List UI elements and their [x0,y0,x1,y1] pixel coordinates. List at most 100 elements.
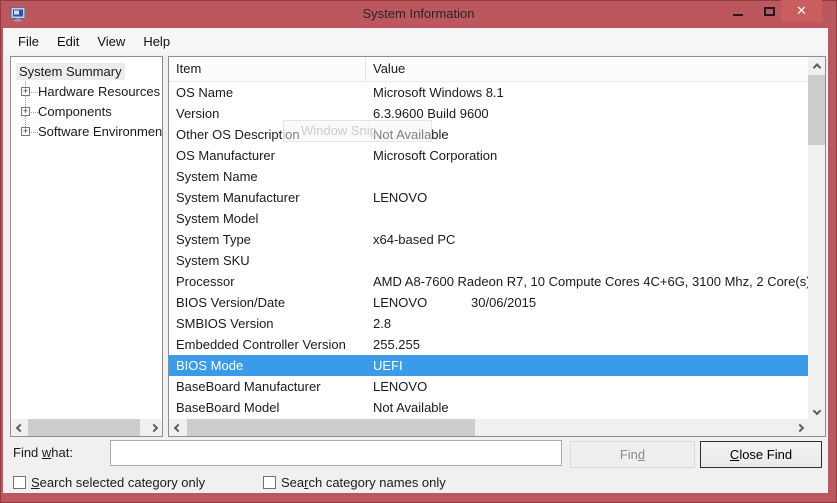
value-cell [366,166,808,187]
chevron-right-icon [795,423,803,431]
tree-item-label: Hardware Resources [38,82,160,102]
scrollbar-thumb[interactable] [28,419,140,436]
minimize-button[interactable] [724,0,752,22]
tree-item-label: Components [38,102,112,122]
value-cell: 6.3.9600 Build 9600 [366,103,808,124]
item-cell: BIOS Version/Date [169,292,366,313]
minimize-icon [733,14,743,16]
table-row[interactable]: BaseBoard ManufacturerLENOVO [169,376,808,397]
tree-area: System Summary + Hardware Resources + Compo… [11,57,162,419]
table-row[interactable]: ProcessorAMD A8-7600 Radeon R7, 10 Compu… [169,271,808,292]
value-cell [366,250,808,271]
value-cell: Microsoft Corporation [366,145,808,166]
expand-plus-icon[interactable]: + [21,127,30,136]
menu-item-edit[interactable]: Edit [48,28,88,55]
chevron-left-icon [173,423,181,431]
value-cell: 2.8 [366,313,808,334]
table-row[interactable]: Embedded Controller Version255.255 [169,334,808,355]
chevron-left-icon [15,423,23,431]
value-cell: UEFI [366,355,808,376]
info-list-pane: Item Value OS NameMicrosoft Windows 8.1V… [168,56,826,437]
tree-item-label: System Summary [16,63,125,80]
value-cell: LENOVO30/06/2015 [366,292,808,313]
tree-children: + Hardware Resources + Components + Software … [11,82,162,142]
table-row[interactable]: System Model [169,208,808,229]
menu-item-help[interactable]: Help [134,28,179,55]
value-cell: x64-based PC [366,229,808,250]
category-tree-pane: System Summary + Hardware Resources + Compo… [10,56,163,437]
window-snip-ghost-overlay: Window Snip [283,120,432,142]
chevron-down-icon [812,406,820,414]
table-row[interactable]: BIOS Version/DateLENOVO30/06/2015 [169,292,808,313]
table-row[interactable]: OS ManufacturerMicrosoft Corporation [169,145,808,166]
value-cell: LENOVO [366,187,808,208]
value-cell: 255.255 [366,334,808,355]
tree-item-system-summary[interactable]: System Summary [11,62,162,82]
scrollbar-corner [808,419,825,436]
table-row[interactable]: BIOS ModeUEFI [169,355,808,376]
scroll-left-button[interactable] [169,419,186,436]
scroll-up-button[interactable] [808,57,825,74]
scroll-right-button[interactable] [145,419,162,436]
table-row[interactable]: BaseBoard ModelNot Available [169,397,808,418]
list-horizontal-scrollbar[interactable] [169,419,808,436]
close-icon: ✕ [796,3,807,19]
list-vertical-scrollbar[interactable] [808,57,825,419]
menu-item-file[interactable]: File [9,28,48,55]
find-what-label: Find what: [13,440,73,466]
value-cell: AMD A8-7600 Radeon R7, 10 Compute Cores … [366,271,808,292]
tree-connector-dots [31,132,38,133]
expand-plus-icon[interactable]: + [21,87,30,96]
item-cell: System Manufacturer [169,187,366,208]
item-cell: Processor [169,271,366,292]
menu-item-view[interactable]: View [88,28,134,55]
checkbox-icon [263,476,276,489]
checkbox-icon [13,476,26,489]
value-cell: Not Available [366,397,808,418]
table-row[interactable]: System SKU [169,250,808,271]
expand-plus-icon[interactable]: + [21,107,30,116]
scrollbar-thumb[interactable] [808,75,825,145]
table-row[interactable]: System ManufacturerLENOVO [169,187,808,208]
item-cell: OS Manufacturer [169,145,366,166]
table-row[interactable]: Version6.3.9600 Build 9600 [169,103,808,124]
tree-item-hardware-resources[interactable]: + Hardware Resources [11,82,162,102]
table-row[interactable]: System Typex64-based PC [169,229,808,250]
system-information-window: System Information ✕ FileEditViewHelp Sy… [0,0,837,503]
maximize-button[interactable] [755,0,783,22]
item-cell: System Name [169,166,366,187]
tree-item-components[interactable]: + Components [11,102,162,122]
table-row[interactable]: OS NameMicrosoft Windows 8.1 [169,82,808,103]
scroll-left-button[interactable] [11,419,28,436]
item-cell: Embedded Controller Version [169,334,366,355]
item-cell: SMBIOS Version [169,313,366,334]
checkbox-label: Search selected category only [31,475,205,490]
menubar: FileEditViewHelp [3,28,828,55]
close-find-button[interactable]: Close Find [700,441,822,468]
search-category-names-checkbox[interactable]: Search category names only [263,475,446,490]
scrollbar-thumb[interactable] [187,419,475,436]
column-header-item[interactable]: Item [169,57,366,81]
table-row[interactable]: System Name [169,166,808,187]
search-selected-category-checkbox[interactable]: Search selected category only [13,475,205,490]
column-header-value[interactable]: Value [366,57,808,81]
scroll-down-button[interactable] [808,402,825,419]
window-title: System Information [0,0,837,28]
chevron-right-icon [149,423,157,431]
table-row[interactable]: SMBIOS Version2.8 [169,313,808,334]
close-button[interactable]: ✕ [781,0,822,22]
tree-horizontal-scrollbar[interactable] [11,419,162,436]
tree-item-software-environment[interactable]: + Software Environment [11,122,162,142]
titlebar: System Information ✕ [0,0,837,28]
item-cell: BaseBoard Model [169,397,366,418]
window-content: FileEditViewHelp System Summary + Hardwar… [3,28,828,493]
item-cell: BaseBoard Manufacturer [169,376,366,397]
tree-item-label: Software Environment [38,122,162,142]
scroll-right-button[interactable] [791,419,808,436]
chevron-up-icon [812,63,820,71]
checkbox-label: Search category names only [281,475,446,490]
table-row[interactable]: Other OS DescriptionNot Available [169,124,808,145]
find-input[interactable] [110,440,562,466]
find-button[interactable]: Find [570,441,695,468]
maximize-icon [764,7,775,16]
